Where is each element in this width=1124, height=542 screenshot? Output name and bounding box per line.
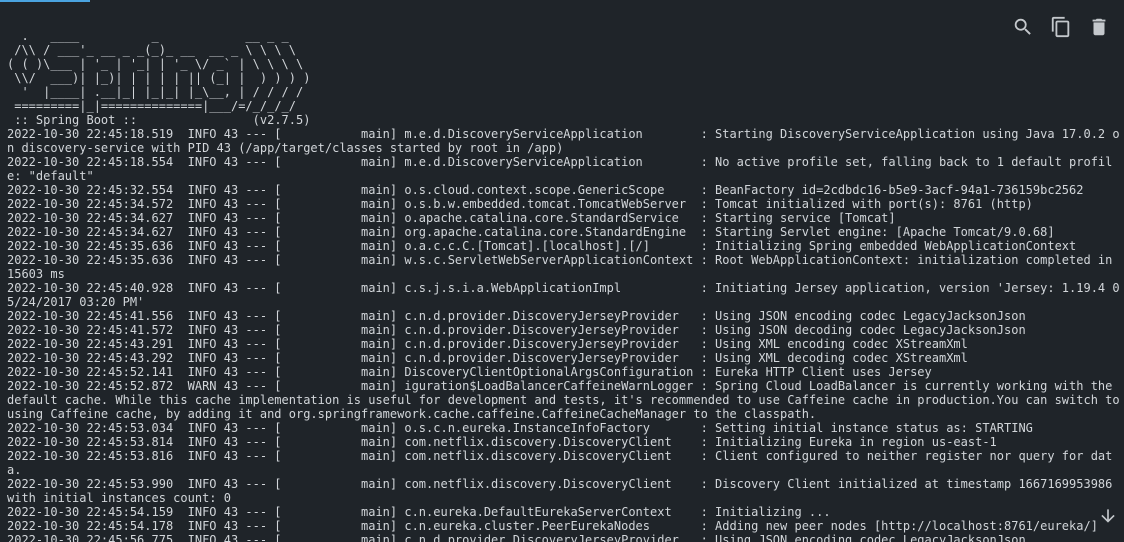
- search-icon: [1014, 18, 1031, 35]
- copy-button[interactable]: [1044, 10, 1078, 44]
- clear-button[interactable]: [1082, 10, 1116, 44]
- log-console[interactable]: . ____ _ __ _ _ /\\ / ___'_ __ _ _(_)_ _…: [0, 0, 1124, 542]
- log-lines: 2022-10-30 22:45:18.519 INFO 43 --- [ ma…: [7, 127, 1120, 542]
- copy-icon: [1051, 16, 1070, 38]
- spring-boot-banner: . ____ _ __ _ _ /\\ / ___'_ __ _ _(_)_ _…: [7, 29, 311, 127]
- search-button[interactable]: [1006, 10, 1040, 44]
- scroll-to-bottom-button[interactable]: [1096, 504, 1120, 528]
- arrow-down-icon: [1101, 509, 1115, 523]
- console-toolbar: [1006, 10, 1116, 44]
- trash-icon: [1092, 18, 1106, 36]
- log-output: . ____ _ __ _ _ /\\ / ___'_ __ _ _(_)_ _…: [7, 29, 1124, 542]
